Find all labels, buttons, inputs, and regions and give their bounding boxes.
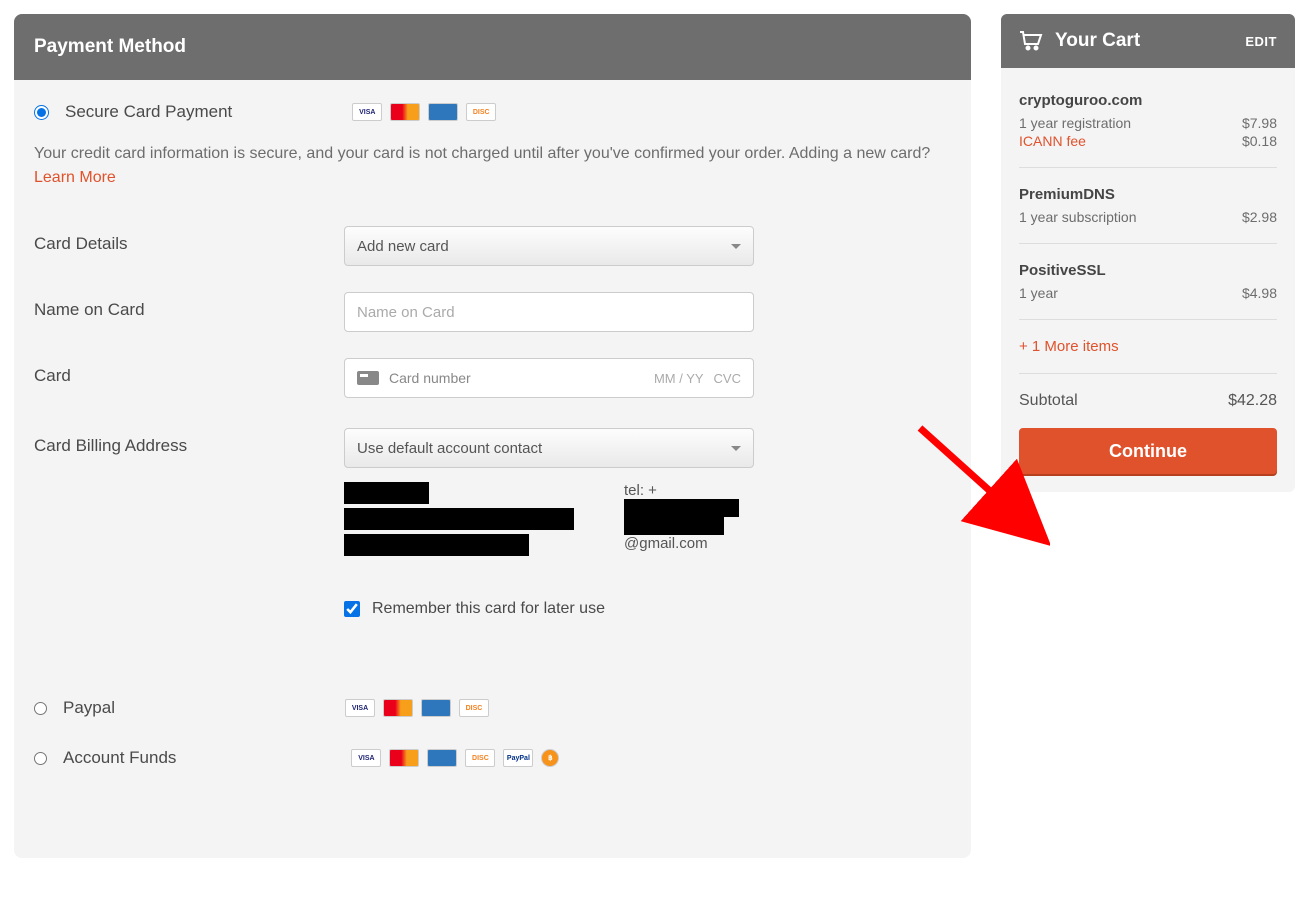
phone-display: tel: +: [624, 482, 754, 517]
address-redacted: [344, 482, 574, 560]
panel-title: Payment Method: [14, 14, 971, 80]
cart-item-line: 1 year subscription$2.98: [1019, 209, 1277, 225]
more-items-link[interactable]: + 1 More items: [1019, 320, 1277, 374]
card-label: Card: [34, 358, 344, 386]
cart-item-line: 1 year$4.98: [1019, 285, 1277, 301]
discover-icon: DISC: [465, 749, 495, 767]
card-number-input[interactable]: Card number MM / YY CVC: [344, 358, 754, 398]
visa-icon: VISA: [352, 103, 382, 121]
mastercard-icon: [383, 699, 413, 717]
learn-more-link[interactable]: Learn More: [34, 169, 116, 186]
paypal-icon: PayPal: [503, 749, 533, 767]
account-funds-label: Account Funds: [63, 748, 176, 768]
cart-item-line: ICANN fee$0.18: [1019, 133, 1277, 149]
chevron-down-icon: [731, 244, 741, 249]
account-funds-option[interactable]: Account Funds VISA DISC PayPal ฿: [34, 748, 951, 768]
bitcoin-icon: ฿: [541, 749, 559, 767]
card-icon: [357, 371, 379, 385]
amex-icon: [421, 699, 451, 717]
mastercard-icon: [389, 749, 419, 767]
chevron-down-icon: [731, 446, 741, 451]
card-brand-icons: VISA DISC: [352, 103, 496, 121]
card-details-label: Card Details: [34, 226, 344, 254]
subtotal-row: Subtotal $42.28: [1019, 374, 1277, 428]
secure-card-description: Your credit card information is secure, …: [34, 142, 951, 190]
paypal-label: Paypal: [63, 698, 115, 718]
visa-icon: VISA: [345, 699, 375, 717]
billing-address-select[interactable]: Use default account contact: [344, 428, 754, 468]
cart-item: PositiveSSL 1 year$4.98: [1019, 244, 1277, 320]
cart-item: cryptoguroo.com 1 year registration$7.98 I…: [1019, 74, 1277, 168]
paypal-radio[interactable]: [34, 702, 47, 715]
cart-item: PremiumDNS 1 year subscription$2.98: [1019, 168, 1277, 244]
name-on-card-input[interactable]: [344, 292, 754, 332]
card-details-select[interactable]: Add new card: [344, 226, 754, 266]
secure-card-option[interactable]: Secure Card Payment VISA DISC: [34, 102, 951, 122]
secure-card-label: Secure Card Payment: [65, 102, 232, 122]
amex-icon: [427, 749, 457, 767]
secure-card-radio[interactable]: [34, 105, 49, 120]
cart-item-name: cryptoguroo.com: [1019, 92, 1277, 109]
cart-panel: Your Cart EDIT cryptoguroo.com 1 year reg…: [1001, 14, 1295, 492]
cart-icon: [1019, 31, 1043, 51]
cart-title: Your Cart: [1055, 30, 1245, 52]
discover-icon: DISC: [459, 699, 489, 717]
cart-item-name: PositiveSSL: [1019, 262, 1277, 279]
payment-panel: Payment Method Secure Card Payment VISA …: [14, 14, 971, 858]
paypal-option[interactable]: Paypal VISA DISC: [34, 698, 951, 718]
visa-icon: VISA: [351, 749, 381, 767]
account-funds-radio[interactable]: [34, 752, 47, 765]
remember-card-checkbox[interactable]: [344, 601, 360, 617]
cart-item-line: 1 year registration$7.98: [1019, 115, 1277, 131]
mastercard-icon: [390, 103, 420, 121]
name-on-card-label: Name on Card: [34, 292, 344, 320]
billing-address-label: Card Billing Address: [34, 428, 344, 456]
email-display: @gmail.com: [624, 517, 754, 552]
edit-cart-link[interactable]: EDIT: [1245, 34, 1277, 49]
remember-card-label: Remember this card for later use: [372, 600, 605, 618]
amex-icon: [428, 103, 458, 121]
discover-icon: DISC: [466, 103, 496, 121]
continue-button[interactable]: Continue: [1019, 428, 1277, 474]
cart-item-name: PremiumDNS: [1019, 186, 1277, 203]
